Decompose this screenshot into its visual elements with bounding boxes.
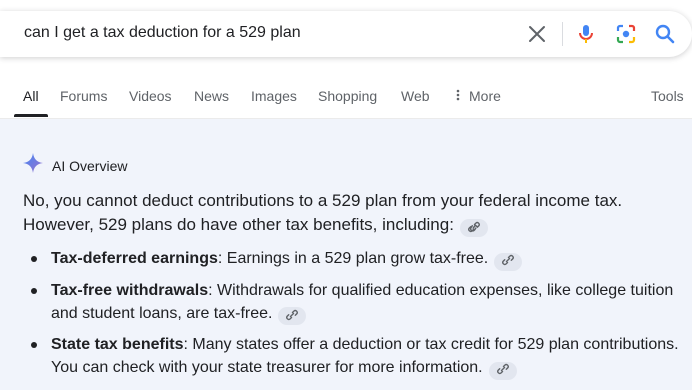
link-icon xyxy=(502,250,515,273)
tab-images[interactable]: Images xyxy=(251,88,297,104)
search-input[interactable]: can I get a tax deduction for a 529 plan xyxy=(24,24,301,42)
link-icon xyxy=(468,216,480,240)
vertical-dots-icon xyxy=(456,88,460,104)
search-tabs: All Forums Videos News Images Shopping W… xyxy=(0,84,692,118)
camera-lens-icon[interactable] xyxy=(614,22,638,46)
tab-forums[interactable]: Forums xyxy=(60,88,107,104)
list-item: State tax benefits: Many states offer a … xyxy=(23,333,683,380)
link-icon xyxy=(286,305,299,328)
close-icon[interactable] xyxy=(525,22,549,46)
source-link-button[interactable] xyxy=(459,216,488,240)
bullet xyxy=(31,342,37,348)
ai-overview-list: Tax-deferred earnings: Earnings in a 529… xyxy=(23,247,683,388)
tab-more[interactable]: More xyxy=(456,88,501,104)
bullet xyxy=(31,256,37,262)
list-item-term: Tax-deferred earnings xyxy=(51,250,218,267)
list-item: Tax-free withdrawals: Withdrawals for qu… xyxy=(23,279,683,328)
tab-web[interactable]: Web xyxy=(401,88,430,104)
search-bar: can I get a tax deduction for a 529 plan xyxy=(0,11,692,57)
tab-all[interactable]: All xyxy=(23,88,39,104)
bullet xyxy=(31,287,37,294)
source-link-button[interactable] xyxy=(278,305,307,328)
source-link-button[interactable] xyxy=(494,250,523,273)
search-icon[interactable] xyxy=(653,22,677,46)
tab-videos[interactable]: Videos xyxy=(129,88,172,104)
list-item-term: Tax-free withdrawals xyxy=(51,281,209,299)
tab-news[interactable]: News xyxy=(194,88,229,104)
tab-more-label: More xyxy=(469,88,501,104)
list-item: Tax-deferred earnings: Earnings in a 529… xyxy=(23,247,683,271)
summary-text: No, you cannot deduct contributions to a… xyxy=(23,191,623,234)
ai-overview-title: AI Overview xyxy=(52,157,128,174)
tools-button[interactable]: Tools xyxy=(651,88,684,104)
tab-shopping[interactable]: Shopping xyxy=(318,88,377,104)
list-item-text: : Earnings in a 529 plan grow tax-free. xyxy=(217,250,489,267)
sparkle-icon xyxy=(22,152,44,179)
mic-icon[interactable] xyxy=(574,22,598,46)
active-tab-indicator xyxy=(14,114,48,117)
search-bar-divider xyxy=(562,22,563,46)
list-item-term: State tax benefits xyxy=(51,336,184,353)
ai-overview-header: AI Overview xyxy=(22,152,127,179)
ai-overview-panel: AI Overview No, you cannot deduct contri… xyxy=(0,119,692,390)
ai-overview-summary: No, you cannot deduct contributions to a… xyxy=(23,189,673,237)
source-link-button[interactable] xyxy=(488,359,517,382)
link-icon xyxy=(496,359,509,382)
